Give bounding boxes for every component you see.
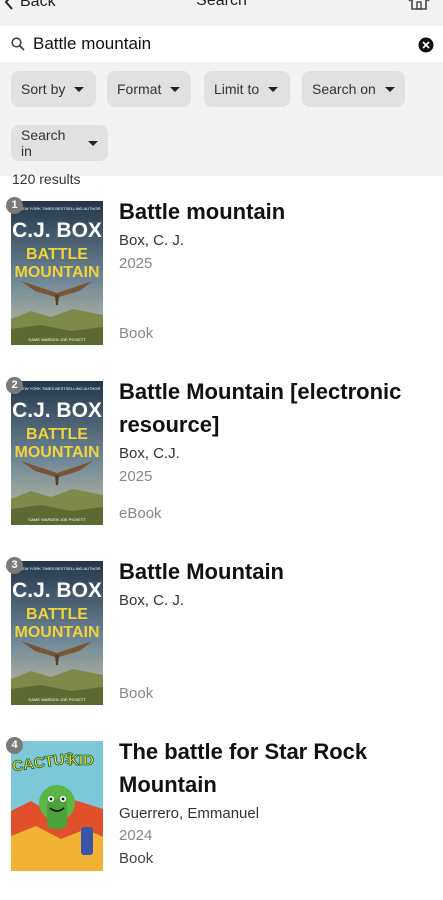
cover-tagline: #1 NEW YORK TIMES BESTSELLING AUTHOR: [14, 386, 101, 391]
cover-title-line: BATTLE: [26, 426, 88, 443]
cover-art: #1 NEW YORK TIMES BESTSELLING AUTHOR C.J…: [11, 201, 103, 345]
cover-art: #1 NEW YORK TIMES BESTSELLING AUTHOR C.J…: [11, 381, 103, 525]
book-cover[interactable]: CACTUS KID: [11, 741, 103, 871]
cover-author: C.J. BOX: [12, 399, 102, 422]
results-count: 120 results: [12, 171, 81, 187]
caret-down-icon: [74, 86, 85, 92]
result-number: 1: [6, 197, 23, 214]
caret-down-icon: [88, 140, 98, 146]
caret-down-icon: [268, 86, 279, 92]
filter-bar: Sort by Format Limit to Search on Search…: [0, 62, 443, 176]
format-filter[interactable]: Format: [107, 71, 191, 107]
result-title[interactable]: Battle Mountain: [119, 555, 434, 588]
cover-author: C.J. BOX: [12, 579, 102, 602]
cover-title-line: BATTLE: [26, 606, 88, 623]
limit-to-filter[interactable]: Limit to: [204, 71, 290, 107]
filter-label: Sort by: [21, 81, 66, 97]
cover-title-line: KID: [68, 752, 94, 769]
filter-label: Search on: [312, 81, 376, 97]
result-title[interactable]: Battle mountain: [119, 195, 434, 228]
result-item[interactable]: 2 #1 NEW YORK TIMES BESTSELLING AUTHOR C…: [0, 375, 443, 550]
result-format: Book: [119, 850, 154, 867]
caret-down-icon: [170, 86, 181, 92]
result-year: 2024: [119, 827, 153, 844]
cover-author: C.J. BOX: [12, 219, 102, 242]
result-author: Box, C. J.: [119, 232, 185, 249]
result-title[interactable]: Battle Mountain [electronic resource]: [119, 375, 434, 441]
cover-art: #1 NEW YORK TIMES BESTSELLING AUTHOR C.J…: [11, 561, 103, 705]
book-cover[interactable]: #1 NEW YORK TIMES BESTSELLING AUTHOR C.J…: [11, 201, 103, 345]
search-icon: [11, 37, 25, 51]
book-cover[interactable]: #1 NEW YORK TIMES BESTSELLING AUTHOR C.J…: [11, 381, 103, 525]
cover-footer: GAME WARDEN JOE PICKETT: [28, 337, 86, 342]
result-item[interactable]: 4 CACTUS KID The battle for Star Rock Mo…: [0, 735, 443, 900]
clear-icon[interactable]: [418, 37, 434, 53]
home-button[interactable]: [407, 0, 431, 15]
cover-title-line: BATTLE: [26, 246, 88, 263]
cover-title-line: MOUNTAIN: [14, 264, 99, 281]
result-number: 4: [6, 737, 23, 754]
result-format: Book: [119, 325, 154, 342]
sort-by-filter[interactable]: Sort by: [11, 71, 96, 107]
result-number: 3: [6, 557, 23, 574]
search-in-filter[interactable]: Search in: [11, 125, 108, 161]
result-year: 2025: [119, 255, 153, 272]
filter-label: Limit to: [214, 81, 260, 97]
result-format: Book: [119, 685, 154, 702]
result-year: 2025: [119, 468, 153, 485]
book-cover[interactable]: #1 NEW YORK TIMES BESTSELLING AUTHOR C.J…: [11, 561, 103, 705]
top-bar: Back Search: [0, 0, 443, 26]
cover-footer: GAME WARDEN JOE PICKETT: [28, 517, 86, 522]
search-input[interactable]: Battle mountain: [33, 34, 151, 54]
cover-title-line: MOUNTAIN: [14, 624, 99, 641]
page-title: Search: [196, 0, 247, 9]
caret-down-icon: [384, 86, 395, 92]
cover-art: CACTUS KID: [11, 741, 103, 871]
result-number: 2: [6, 377, 23, 394]
result-item[interactable]: 1 #1 NEW YORK TIMES BESTSELLING AUTHOR C…: [0, 195, 443, 370]
search-on-filter[interactable]: Search on: [302, 71, 405, 107]
search-bar: Battle mountain: [0, 26, 443, 63]
result-author: Guerrero, Emmanuel: [119, 805, 260, 822]
cover-title-line: MOUNTAIN: [14, 444, 99, 461]
cover-tagline: #1 NEW YORK TIMES BESTSELLING AUTHOR: [14, 566, 101, 571]
result-author: Box, C.J.: [119, 445, 180, 462]
result-author: Box, C. J.: [119, 592, 185, 609]
filter-label: Format: [117, 81, 162, 97]
home-icon: [408, 0, 430, 10]
result-title[interactable]: The battle for Star Rock Mountain: [119, 735, 434, 801]
result-format: eBook: [119, 505, 162, 522]
cover-tagline: #1 NEW YORK TIMES BESTSELLING AUTHOR: [14, 206, 101, 211]
filter-label: Search in: [21, 127, 66, 159]
result-item[interactable]: 3 #1 NEW YORK TIMES BESTSELLING AUTHOR C…: [0, 555, 443, 730]
cover-footer: GAME WARDEN JOE PICKETT: [28, 697, 86, 702]
